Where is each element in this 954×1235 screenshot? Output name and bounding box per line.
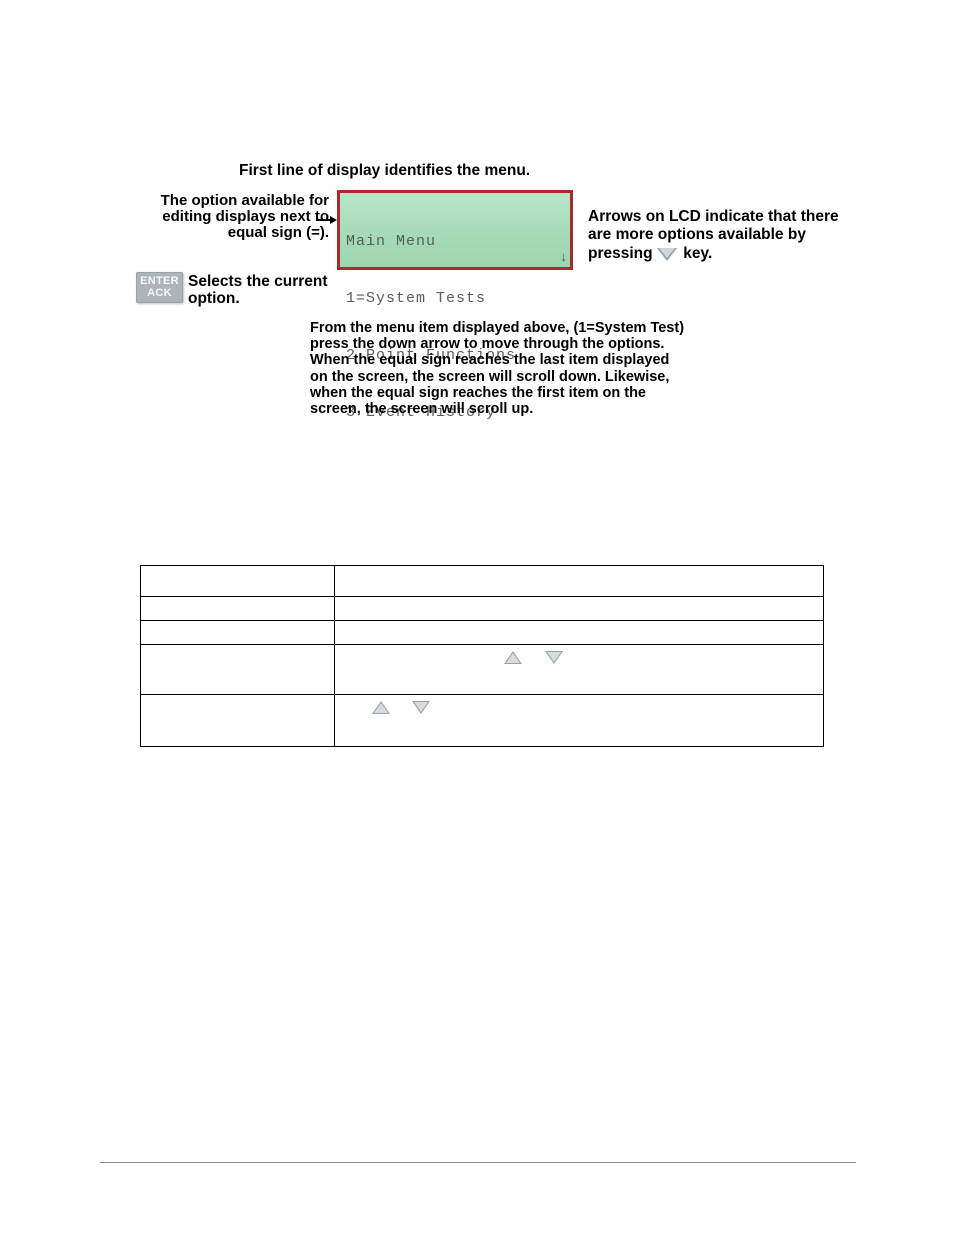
- cell-text: or: [395, 699, 410, 714]
- table-cell-to: Select a menu option: [141, 621, 335, 645]
- down-arrow-icon: [412, 701, 430, 714]
- table-row: Display the Main Menu Press ENTER/ACK.: [141, 597, 824, 621]
- cell-text: Use: [343, 699, 370, 714]
- figure-under-paragraph: From the menu item displayed above, (1=S…: [310, 320, 690, 417]
- table-caption: Table 8-1: Navigating in the Annunciator…: [140, 760, 824, 775]
- up-arrow-icon: [372, 701, 390, 714]
- footer-left: Model 5820XL Installation/Operation Manu…: [100, 1170, 337, 1184]
- enter-label-bottom: ACK: [136, 287, 183, 299]
- enter-label-top: ENTER: [136, 275, 183, 287]
- table-cell-do: Use or to scroll through the number and/…: [334, 695, 823, 747]
- paragraph-menu-options: After you have entered the Main Menu, yo…: [100, 840, 840, 882]
- table-row: Select an option from a list Move throug…: [141, 645, 824, 695]
- right-annotation: Arrows on LCD indicate that there are mo…: [588, 208, 848, 263]
- up-arrow-icon: [504, 651, 522, 664]
- left-annotation: The option available for editing display…: [129, 193, 329, 240]
- table-header-to: To: [141, 566, 335, 597]
- heading-menu-options: 8.3 Menu Options: [100, 802, 300, 830]
- enter-ack-caption: Selects the current option.: [188, 273, 348, 307]
- enter-ack-button[interactable]: ENTER ACK: [136, 272, 183, 303]
- down-arrow-icon: [657, 248, 677, 261]
- table-row: Enter Data Use or to scroll through the …: [141, 695, 824, 747]
- table-cell-to: Display the Main Menu: [141, 597, 335, 621]
- table-cell-do: Press the number key that corresponds to…: [334, 621, 823, 645]
- paragraph-event-history: The event history displays on the annunc…: [100, 1065, 840, 1128]
- table-cell-to: Enter Data: [141, 695, 335, 747]
- heading-menu-nav: 8.2 Menu Navigation: [100, 487, 332, 515]
- right-annotation-pre: Arrows on LCD indicate that there are mo…: [588, 208, 839, 262]
- footer-right: 8-3: [820, 1170, 854, 1184]
- lcd-display: Main Menu 1=System Tests 2 Point Functio…: [337, 190, 573, 270]
- cell-text: Move through the list using: [343, 649, 502, 664]
- navigation-table: To Do This Display the Main Menu Press E…: [140, 565, 824, 747]
- heading-event-history: 8.3.2 Event History: [100, 1035, 270, 1057]
- paragraph-system-tests: This feature allows you to test the annu…: [100, 942, 840, 1026]
- right-annotation-post: key.: [683, 245, 712, 262]
- table-header-row: To Do This: [141, 566, 824, 597]
- figure-caption: Figure 8-1: Main Menu Screen: [309, 446, 659, 462]
- table-cell-do: Move through the list using or . When th…: [334, 645, 823, 695]
- lcd-line-2: 1=System Tests: [346, 289, 564, 308]
- annotation-arrow: [316, 219, 337, 221]
- footer-rule: [100, 1162, 856, 1163]
- paragraph-menu-nav-intro: Moving through menu options on the annun…: [100, 525, 820, 566]
- lcd-line-1: Main Menu: [346, 232, 564, 251]
- table-header-do: Do This: [334, 566, 823, 597]
- figure-caption-top: First line of display identifies the men…: [239, 162, 599, 180]
- heading-system-tests: 8.3.1 System Tests: [100, 912, 269, 934]
- down-arrow-icon: [545, 651, 563, 664]
- cell-text: to scroll through the number and/or char…: [343, 699, 795, 731]
- cell-text: or: [527, 649, 542, 664]
- lcd-scroll-down-icon: ↓: [561, 247, 569, 266]
- table-cell-to: Select an option from a list: [141, 645, 335, 695]
- table-row: Select a menu option Press the number ke…: [141, 621, 824, 645]
- table-cell-do: Press ENTER/ACK.: [334, 597, 823, 621]
